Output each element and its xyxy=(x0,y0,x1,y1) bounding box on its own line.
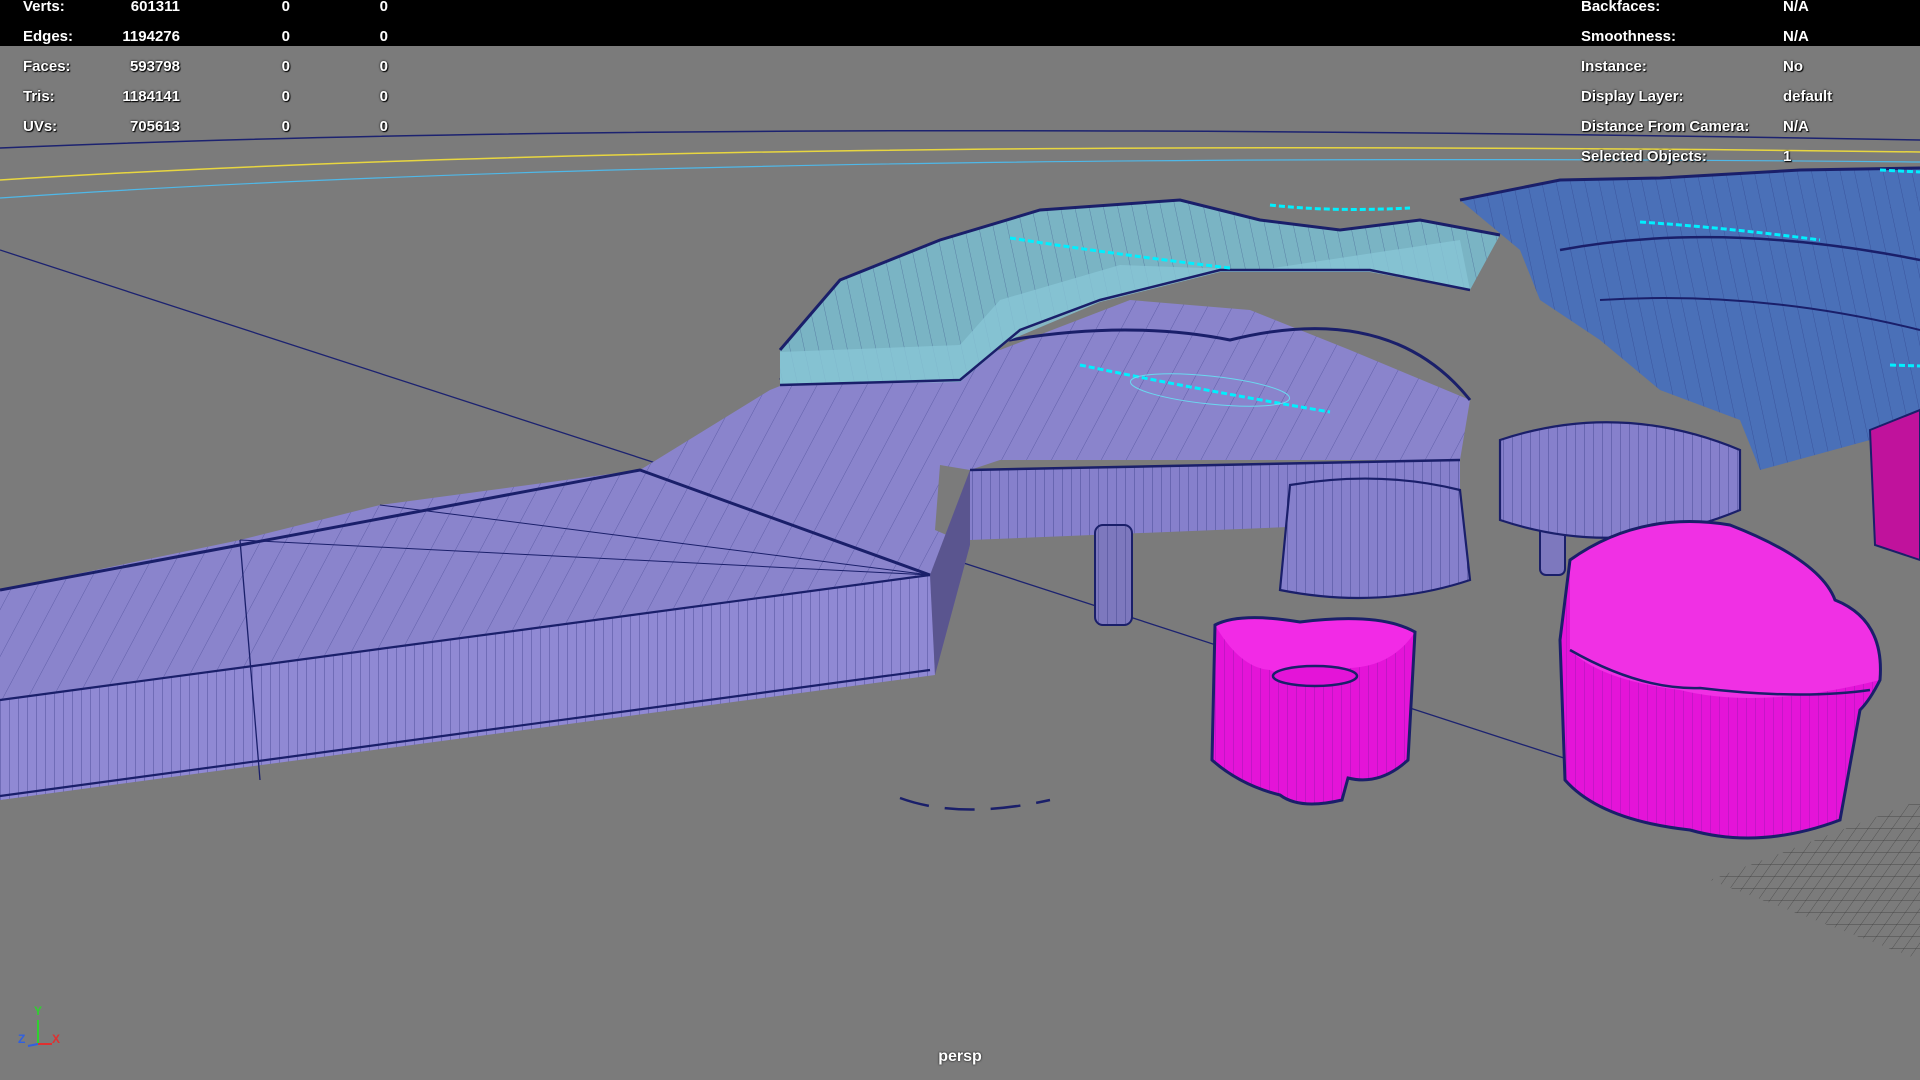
smoothness-label: Smoothness: xyxy=(1581,28,1677,45)
instance-label: Instance: xyxy=(1581,58,1647,75)
display-layer-value: default xyxy=(1783,88,1833,105)
verts-selected: 0 xyxy=(281,0,290,15)
axis-gizmo-lines xyxy=(27,1020,52,1047)
faces-label: Faces: xyxy=(23,58,71,75)
verts-component: 0 xyxy=(379,0,388,15)
tris-selected: 0 xyxy=(281,88,290,105)
edges-value: 1194276 xyxy=(122,28,180,45)
tris-value: 1184141 xyxy=(122,88,180,105)
uvs-label: UVs: xyxy=(23,118,58,135)
instance-value: No xyxy=(1783,58,1803,75)
tris-label: Tris: xyxy=(23,88,55,105)
camera-name-label: persp xyxy=(938,1048,982,1065)
blue-terrain-mesh[interactable] xyxy=(1459,166,1920,470)
edges-selected: 0 xyxy=(281,28,290,45)
faces-component: 0 xyxy=(379,58,388,75)
faces-selected: 0 xyxy=(281,58,290,75)
backfaces-value: N/A xyxy=(1783,0,1809,15)
display-layer-label: Display Layer: xyxy=(1581,88,1684,105)
axis-z-label: Z xyxy=(18,1032,26,1046)
faces-value: 593798 xyxy=(129,58,180,75)
selected-objects-value: 1 xyxy=(1783,148,1792,165)
verts-value: 601311 xyxy=(130,0,180,15)
selected-objects-label: Selected Objects: xyxy=(1581,148,1707,165)
backfaces-label: Backfaces: xyxy=(1581,0,1661,15)
edges-component: 0 xyxy=(379,28,388,45)
axis-x-label: X xyxy=(52,1032,61,1046)
uvs-selected: 0 xyxy=(281,118,290,135)
distance-from-camera-value: N/A xyxy=(1783,118,1809,135)
uvs-component: 0 xyxy=(379,118,388,135)
tris-component: 0 xyxy=(379,88,388,105)
axis-y-label: Y xyxy=(34,1004,43,1018)
verts-label: Verts: xyxy=(23,0,65,15)
edges-label: Edges: xyxy=(23,28,74,45)
uvs-value: 705613 xyxy=(129,118,180,135)
distance-from-camera-label: Distance From Camera: xyxy=(1581,118,1750,135)
smoothness-value: N/A xyxy=(1783,28,1809,45)
